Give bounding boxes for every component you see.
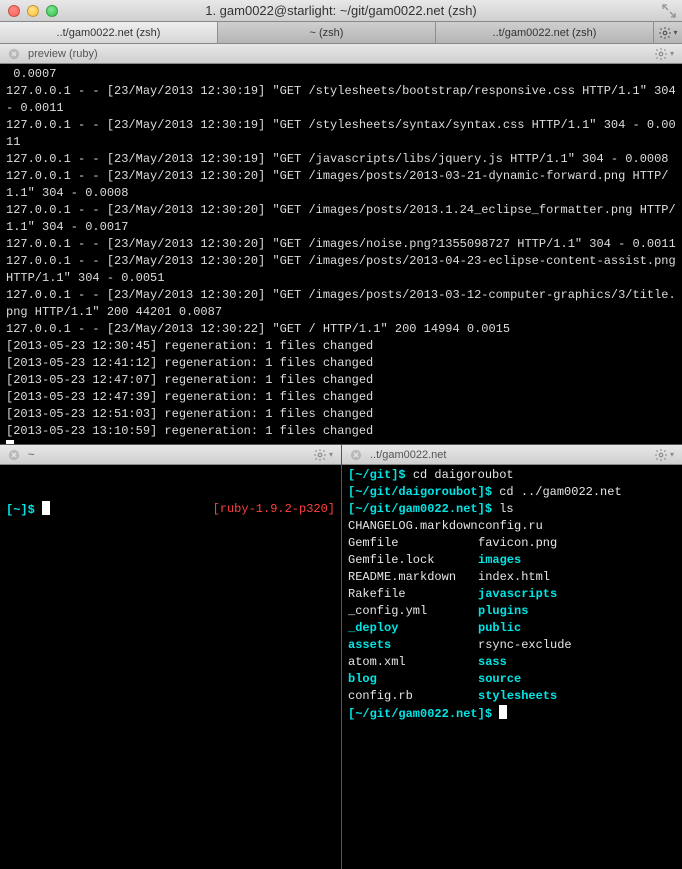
left-pane: ~ ▾ [~]$ [ruby-1.9.2-p320]: [0, 445, 341, 869]
tab-1[interactable]: ~ (zsh): [218, 22, 436, 43]
right-pane: ..t/gam0022.net ▾ [~/git]$ cd daigoroubo…: [341, 445, 682, 869]
window-titlebar: 1. gam0022@starlight: ~/git/gam0022.net …: [0, 0, 682, 22]
close-pane-icon[interactable]: [8, 449, 20, 461]
chevron-down-icon: ▾: [670, 49, 674, 58]
rvm-indicator: [ruby-1.9.2-p320]: [213, 501, 335, 519]
pane-title: ..t/gam0022.net: [370, 449, 446, 461]
minimize-icon[interactable]: [27, 5, 39, 17]
pane-title: preview (ruby): [28, 48, 98, 60]
pane-gear-button[interactable]: ▾: [654, 448, 674, 462]
gear-icon: [654, 47, 668, 61]
tab-bar: ..t/gam0022.net (zsh) ~ (zsh) ..t/gam002…: [0, 22, 682, 44]
tab-0[interactable]: ..t/gam0022.net (zsh): [0, 22, 218, 43]
close-pane-icon[interactable]: [8, 48, 20, 60]
traffic-lights: [8, 5, 58, 17]
prompt: [~]$: [6, 503, 42, 517]
pane-header-right: ..t/gam0022.net ▾: [342, 445, 682, 465]
tab-label: ..t/gam0022.net (zsh): [57, 27, 161, 39]
chevron-down-icon: ▾: [670, 450, 674, 459]
gear-tab[interactable]: ▾: [654, 22, 682, 43]
gear-icon: [658, 26, 672, 40]
gear-icon: [654, 448, 668, 462]
cursor: [6, 440, 14, 444]
close-icon[interactable]: [8, 5, 20, 17]
server-log-terminal[interactable]: 0.0007 127.0.0.1 - - [23/May/2013 12:30:…: [0, 64, 682, 444]
tab-label: ..t/gam0022.net (zsh): [493, 27, 597, 39]
pane-gear-button[interactable]: ▾: [654, 47, 674, 61]
chevron-down-icon: ▾: [329, 450, 333, 459]
window-title: 1. gam0022@starlight: ~/git/gam0022.net …: [0, 3, 682, 18]
pane-gear-button[interactable]: ▾: [313, 448, 333, 462]
expand-icon[interactable]: [662, 4, 676, 18]
pane-header-left: ~ ▾: [0, 445, 341, 465]
tab-2[interactable]: ..t/gam0022.net (zsh): [436, 22, 654, 43]
right-terminal[interactable]: [~/git]$ cd daigoroubot[~/git/daigoroubo…: [342, 465, 682, 869]
left-terminal[interactable]: [~]$ [ruby-1.9.2-p320]: [0, 465, 341, 869]
tab-label: ~ (zsh): [310, 27, 344, 39]
gear-icon: [313, 448, 327, 462]
maximize-icon[interactable]: [46, 5, 58, 17]
cursor: [42, 501, 50, 515]
pane-title: ~: [28, 449, 34, 461]
bottom-split: ~ ▾ [~]$ [ruby-1.9.2-p320] ..t/gam0022.n…: [0, 444, 682, 869]
chevron-down-icon: ▾: [673, 28, 677, 37]
pane-header-top: preview (ruby) ▾: [0, 44, 682, 64]
close-pane-icon[interactable]: [350, 449, 362, 461]
